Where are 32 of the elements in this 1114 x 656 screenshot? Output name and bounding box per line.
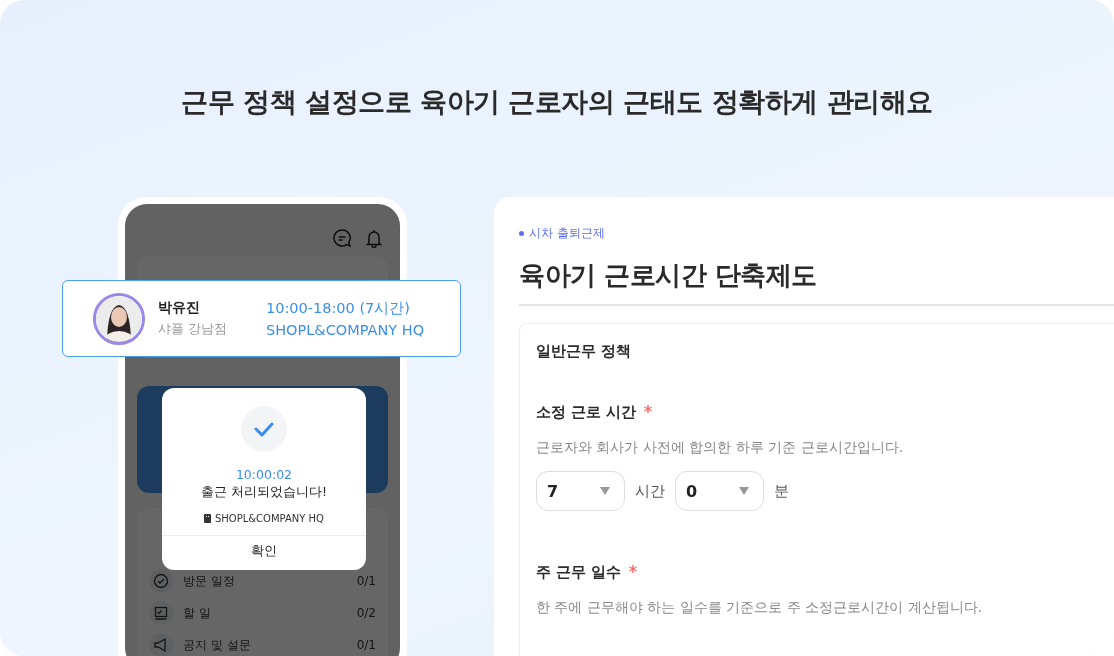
policy-title: 육아기 근로시간 단축제도 xyxy=(519,259,818,292)
task-count: 0/1 xyxy=(356,638,376,652)
hours-select[interactable]: 7 xyxy=(536,471,625,511)
field-label: 주 근무 일수 xyxy=(536,563,622,582)
check-circle-icon xyxy=(149,569,173,593)
checkmark-icon xyxy=(241,406,287,452)
section-title: 일반근무 정책 xyxy=(536,342,633,361)
location-text: SHOPL&COMPANY HQ xyxy=(215,513,324,524)
work-hours: 10:00-18:00 (7시간) xyxy=(266,299,411,318)
unit-label: 시간 xyxy=(635,481,665,501)
check-in-time: 10:00:02 xyxy=(235,467,293,482)
megaphone-icon xyxy=(149,633,173,656)
building-icon xyxy=(204,514,211,523)
chat-icon[interactable] xyxy=(332,228,352,248)
bell-icon[interactable] xyxy=(364,228,384,248)
headline: 근무 정책 설정으로 육아기 근로자의 근태도 정확하게 관리해요 xyxy=(181,85,933,119)
check-in-message: 출근 처리되었습니다! xyxy=(201,484,327,501)
work-location: SHOPL&COMPANY HQ xyxy=(266,322,425,338)
task-count: 0/1 xyxy=(356,574,376,588)
employee-name: 박유진 xyxy=(158,299,201,317)
field-help: 한 주에 근무해야 하는 일수를 기준으로 주 소정근로시간이 계산됩니다. xyxy=(536,599,984,617)
dropdown-icon xyxy=(739,487,749,495)
minutes-select[interactable]: 0 xyxy=(675,471,764,511)
unit-label: 분 xyxy=(774,481,789,501)
dropdown-icon xyxy=(600,487,610,495)
policy-tag: 시차 출퇴근제 xyxy=(529,225,605,242)
field-help: 근로자와 회사가 사전에 합의한 하루 기준 근로시간입니다. xyxy=(536,439,905,457)
confirm-button[interactable]: 확인 xyxy=(162,535,366,570)
checklist-icon xyxy=(149,601,173,625)
field-label: 소정 근로 시간 xyxy=(536,403,637,422)
task-count: 0/2 xyxy=(356,606,376,620)
store-name: 샤플 강남점 xyxy=(158,320,229,338)
